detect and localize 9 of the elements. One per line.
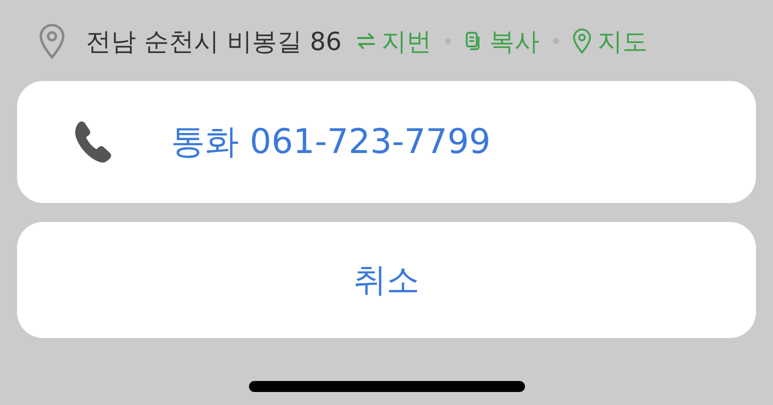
address-text: 전남 순천시 비봉길 86 xyxy=(86,26,342,58)
map-pin-icon xyxy=(572,28,592,54)
map-pin-icon xyxy=(38,22,66,60)
swap-arrows-icon xyxy=(356,31,376,51)
call-button[interactable]: 통화 061-723-7799 xyxy=(17,81,756,203)
cancel-button[interactable]: 취소 xyxy=(17,222,756,338)
address-action-link[interactable]: 지번 xyxy=(356,24,432,58)
address-action-link[interactable]: 지도 xyxy=(572,24,648,58)
address-action-link[interactable]: 복사 xyxy=(464,24,540,58)
